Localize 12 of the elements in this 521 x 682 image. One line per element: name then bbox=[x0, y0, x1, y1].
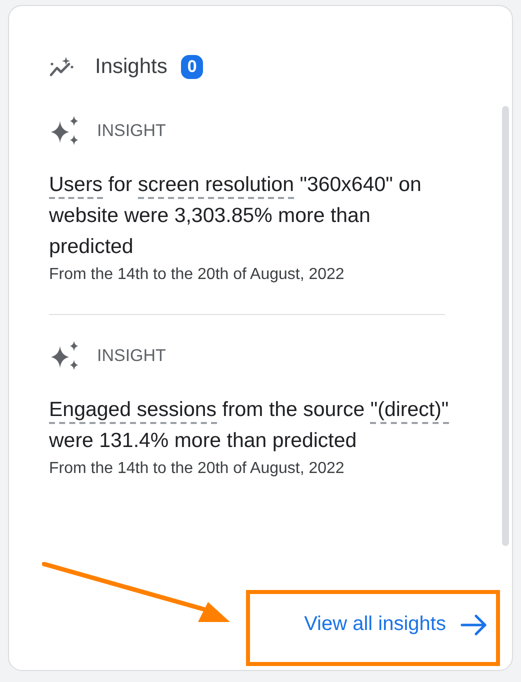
count-badge: 0 bbox=[181, 55, 203, 79]
scrollbar[interactable] bbox=[502, 106, 509, 546]
date-range: From the 14th to the 20th of August, 2022 bbox=[49, 266, 346, 284]
arrow-icon bbox=[460, 614, 488, 636]
trend-sparkle-icon bbox=[49, 56, 75, 78]
insight-text: Engaged sessions from the source "(direct)" were 131.4% more than predicted bbox=[49, 397, 450, 454]
insight-text: Users for screen resolution "360x640" on website were 3,303.85% more than predicted bbox=[49, 172, 422, 260]
date-range: From the 14th to the 20th of August, 2022 bbox=[49, 460, 346, 478]
insight-label: INSIGHT bbox=[97, 346, 166, 366]
view-all-link[interactable]: View all insights bbox=[300, 605, 492, 644]
insight-label: INSIGHT bbox=[97, 121, 166, 141]
panel-title: Insights bbox=[95, 55, 168, 79]
